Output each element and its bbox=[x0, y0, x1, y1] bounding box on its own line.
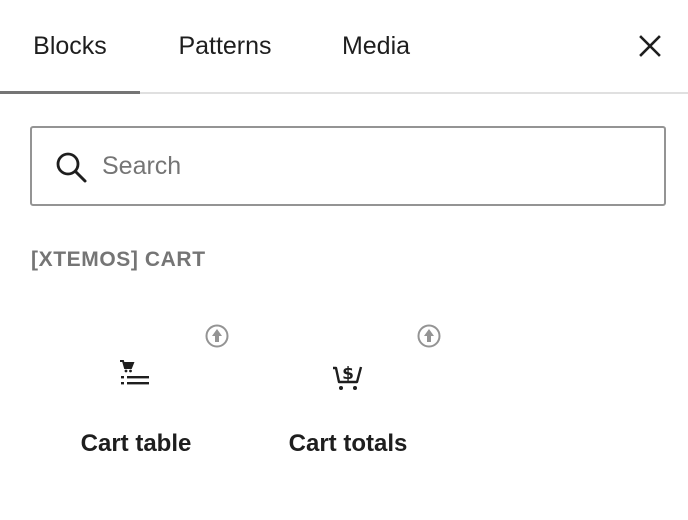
cart-totals-icon: $ bbox=[333, 364, 363, 390]
xtemos-badge-icon bbox=[417, 324, 441, 348]
active-tab-indicator bbox=[0, 91, 140, 94]
close-icon bbox=[639, 35, 661, 57]
block-item-cart-table[interactable]: Cart table bbox=[31, 300, 241, 480]
block-inserter-panel: Blocks Patterns Media [XTEMOS] CART bbox=[0, 0, 688, 520]
xtemos-badge-icon bbox=[205, 324, 229, 348]
inserter-tabs: Blocks Patterns Media bbox=[0, 0, 688, 94]
svg-text:$: $ bbox=[342, 364, 354, 384]
category-title: [XTEMOS] CART bbox=[31, 248, 206, 271]
block-label: Cart totals bbox=[288, 430, 408, 457]
close-button[interactable] bbox=[628, 24, 672, 68]
block-item-cart-totals[interactable]: $ Cart totals bbox=[243, 300, 453, 480]
block-label: Cart table bbox=[80, 430, 192, 457]
tab-patterns[interactable]: Patterns bbox=[150, 0, 300, 92]
tab-media[interactable]: Media bbox=[318, 0, 434, 92]
search-input[interactable] bbox=[102, 140, 642, 192]
search-box bbox=[30, 126, 666, 206]
search-icon bbox=[56, 152, 87, 183]
tab-blocks[interactable]: Blocks bbox=[0, 0, 140, 92]
cart-table-icon bbox=[120, 360, 149, 385]
